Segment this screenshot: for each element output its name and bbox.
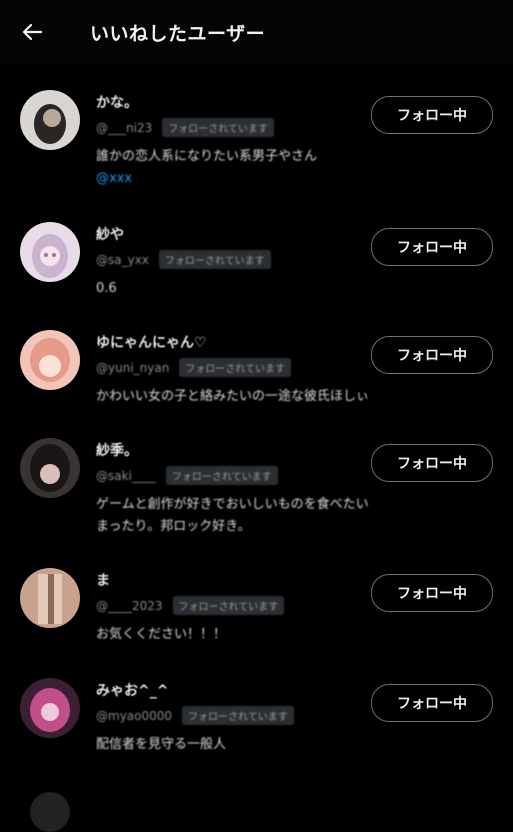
user-bio: 誰かの恋人系になりたい系男子やさん @xxx	[96, 146, 496, 190]
bio-text: 誰かの恋人系になりたい系男子やさん	[96, 149, 318, 164]
list-item[interactable]: みゃお^_^ @myao0000 フォローされています 配信者を見守る一般人 フ…	[0, 658, 513, 775]
follows-you-badge: フォローされています	[158, 250, 271, 269]
user-bio: お気くください！！！	[96, 627, 227, 642]
user-handle: @myao0000	[96, 708, 173, 723]
following-button[interactable]: フォロー中	[371, 336, 493, 374]
user-handle: @yuni_nyan	[96, 360, 170, 375]
following-button[interactable]: フォロー中	[371, 684, 493, 722]
avatar[interactable]	[20, 222, 80, 282]
bio-text: ゲームと創作が好きでおいしいものを食べたい	[96, 497, 369, 512]
follows-you-badge: フォローされています	[162, 118, 274, 137]
page-title: いいねしたユーザー	[90, 23, 266, 45]
user-handle: @saki____	[96, 468, 156, 483]
list-item[interactable]: ま @____2023 フォローされています お気くください！！！ フォロー中	[0, 548, 513, 658]
avatar[interactable]	[20, 438, 80, 498]
top-bar: いいねしたユーザー	[0, 0, 513, 64]
follows-you-badge: フォローされています	[172, 596, 285, 615]
user-name: みゃお^_^	[96, 683, 169, 699]
user-bio: 0.6	[96, 281, 117, 296]
user-name: ゆにゃんにゃん♡	[96, 335, 207, 351]
user-name: ま	[96, 573, 110, 589]
list-item[interactable]: 紗や @sa_yxx フォローされています 0.6 フォロー中	[0, 202, 513, 310]
avatar[interactable]	[20, 90, 80, 150]
user-name: 紗や	[96, 227, 124, 243]
bio-mention-link[interactable]: @xxx	[96, 168, 496, 190]
follows-you-badge: フォローされています	[179, 358, 292, 377]
following-button[interactable]: フォロー中	[371, 574, 493, 612]
following-button[interactable]: フォロー中	[371, 444, 493, 482]
list-item[interactable]: 紗季。 @saki____ フォローされています ゲームと創作が好きでおいしいも…	[0, 418, 513, 548]
following-button[interactable]: フォロー中	[371, 228, 493, 266]
avatar[interactable]	[20, 678, 80, 738]
avatar[interactable]	[30, 792, 70, 832]
user-name: 紗季。	[96, 443, 138, 459]
follows-you-badge: フォローされています	[165, 466, 278, 485]
list-item[interactable]: かな。 @___ni23 フォローされています 誰かの恋人系になりたい系男子やさ…	[0, 70, 513, 202]
user-handle: @sa_yxx	[96, 252, 149, 267]
user-bio: かわいい女の子と絡みたいの一途な彼氏ほしぃ	[96, 389, 370, 404]
user-handle: @___ni23	[96, 120, 153, 135]
list-item[interactable]: ゆにゃんにゃん♡ @yuni_nyan フォローされています かわいい女の子と絡…	[0, 310, 513, 418]
avatar[interactable]	[20, 330, 80, 390]
follows-you-badge: フォローされています	[182, 706, 294, 725]
user-bio: ゲームと創作が好きでおいしいものを食べたい まったり。邦ロック好き。	[96, 494, 496, 538]
user-handle: @____2023	[96, 598, 163, 613]
user-name: かな。	[96, 95, 138, 111]
bio-text: まったり。邦ロック好き。	[96, 519, 251, 534]
back-arrow-icon[interactable]	[18, 18, 46, 46]
user-bio: 配信者を見守る一般人	[96, 737, 227, 752]
avatar[interactable]	[20, 568, 80, 628]
user-list: かな。 @___ni23 フォローされています 誰かの恋人系になりたい系男子やさ…	[0, 70, 513, 775]
following-button[interactable]: フォロー中	[371, 96, 493, 134]
